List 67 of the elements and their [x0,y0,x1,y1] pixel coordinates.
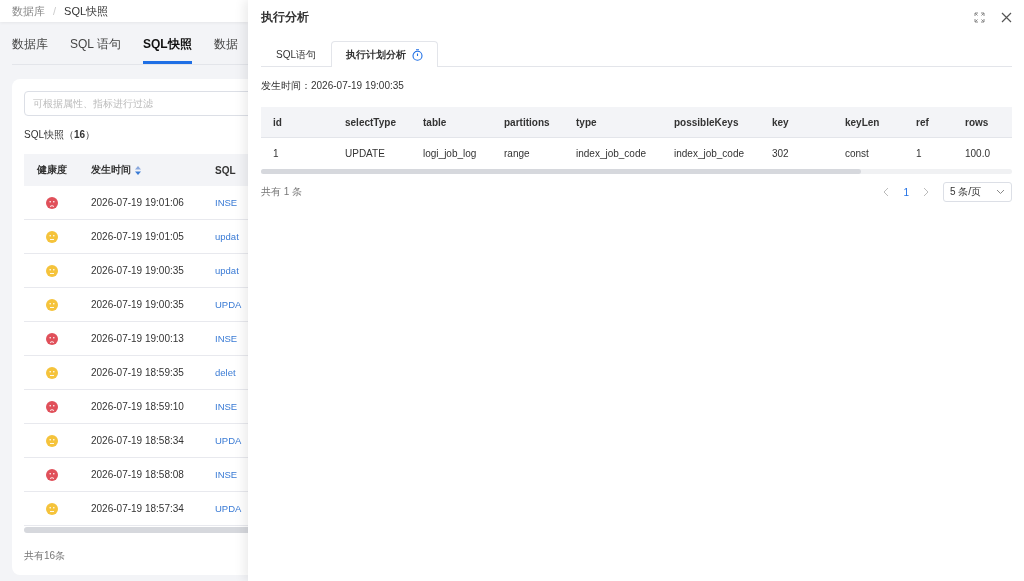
close-icon[interactable] [1001,12,1012,23]
tab[interactable]: SQL 语句 [70,32,121,64]
table-cell: 2026-07-19 19:00:13 [91,333,184,344]
next-page-icon[interactable] [923,187,929,197]
column-header: SQL [215,164,236,176]
sql-link[interactable]: INSE [215,333,238,344]
column-header: ref [904,107,953,138]
table-cell: 2026-07-19 19:00:35 [91,265,184,276]
column-header: rows [953,107,1012,138]
sql-link[interactable]: INSE [215,401,238,412]
sql-link[interactable]: updat [215,231,239,242]
tab[interactable]: 数据库 [12,32,48,64]
column-header: id [261,107,333,138]
table-cell: 2026-07-19 18:58:34 [91,435,184,446]
column-header: selectType [333,107,411,138]
table-cell: 2026-07-19 19:00:35 [91,299,184,310]
tab[interactable]: 执行计划分析 [331,41,438,67]
table-cell-text: logi_job_log [422,147,478,161]
breadcrumb-item: SQL快照 [64,3,109,19]
column-header: 健康度 [36,163,67,177]
sql-link[interactable]: UPDA [215,299,242,310]
table-cell-text: 1 [915,147,923,161]
prev-page-icon[interactable] [883,187,890,197]
table-cell-text: index_job_code [575,147,648,161]
section-title: SQL快照（16） [24,128,97,142]
column-header: partitions [492,107,564,138]
scrollbar-thumb[interactable] [261,169,861,174]
expand-icon[interactable] [974,12,985,23]
page-size-select[interactable]: 5 条/页 [943,182,1012,202]
drawer-title: 执行分析 [261,9,309,26]
table-cell: 2026-07-19 18:57:34 [91,503,184,514]
table-cell: 2026-07-19 18:58:08 [91,469,184,480]
table-cell: 2026-07-19 18:59:35 [91,367,184,378]
occurrence-time: 发生时间：2026-07-19 19:00:35 [261,79,405,93]
sql-link[interactable]: INSE [215,197,238,208]
tab[interactable]: 数据 [213,32,238,64]
column-header: table [411,107,492,138]
column-header: possibleKeys [662,107,760,138]
table-cell-text: UPDATE [344,147,386,161]
table-cell-text: index_job_code [673,147,746,161]
breadcrumb-item[interactable]: 数据库 [12,3,45,19]
column-header[interactable]: 发生时间 [91,163,131,177]
stopwatch-icon [412,48,423,61]
sql-link[interactable]: INSE [215,469,238,480]
page-number[interactable]: 1 [903,186,909,198]
total-count: 共有16条 [24,549,67,563]
column-header: keyLen [833,107,904,138]
sql-link[interactable]: updat [215,265,239,276]
column-header: type [564,107,662,138]
table-cell-text: 302 [771,147,790,161]
table-cell-text: range [503,147,531,161]
tab[interactable]: SQL语句 [261,41,331,67]
sort-icon[interactable] [135,165,141,175]
tab[interactable]: SQL快照 [142,32,192,64]
breadcrumb-separator: / [53,5,57,17]
sql-link[interactable]: delet [215,367,236,378]
table-cell: 2026-07-19 19:01:05 [91,231,184,242]
sql-link[interactable]: UPDA [215,435,242,446]
chevron-down-icon [996,189,1005,195]
table-cell: 2026-07-19 19:01:06 [91,197,184,208]
total-count: 共有 1 条 [261,185,303,199]
table-cell-text: 1 [272,147,280,161]
table-cell: 2026-07-19 18:59:10 [91,401,184,412]
sql-link[interactable]: UPDA [215,503,242,514]
table-cell-text: 100.0 [964,147,992,161]
table-cell-text: const [844,147,870,161]
column-header: key [760,107,833,138]
